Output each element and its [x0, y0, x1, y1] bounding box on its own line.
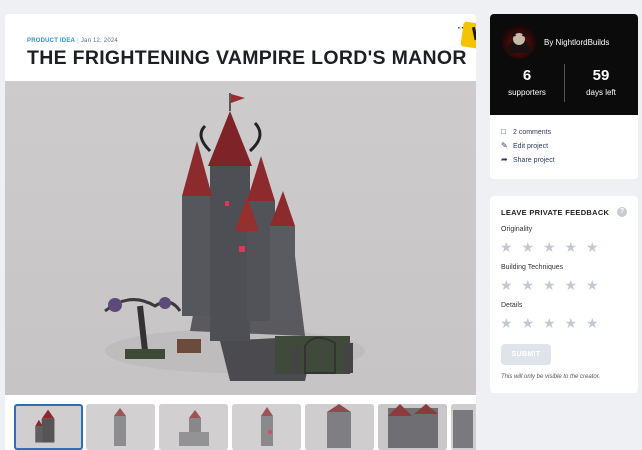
thumbnail-3[interactable] — [159, 404, 228, 450]
thumbnail-1[interactable] — [14, 404, 83, 450]
creator-panel: By NightlordBuilds 6 supporters 59 days … — [490, 14, 638, 115]
star-icon[interactable]: ★ — [522, 316, 536, 330]
star-icon[interactable]: ★ — [565, 278, 579, 292]
vampire-avatar-icon — [506, 31, 532, 53]
star-icon[interactable]: ★ — [565, 240, 579, 254]
thumbnail-2[interactable] — [86, 404, 155, 450]
share-project-link[interactable]: ➦ Share project — [501, 155, 555, 164]
days-left-stat: 59 days left — [564, 67, 638, 97]
days-left-label: days left — [586, 88, 616, 97]
star-icon[interactable]: ★ — [586, 278, 600, 292]
feedback-card: LEAVE PRIVATE FEEDBACK ? Originality ★ ★ ★… — [490, 196, 638, 393]
star-icon[interactable]: ★ — [586, 240, 600, 254]
thumbnail-image — [305, 404, 374, 450]
comments-link[interactable]: □ 2 comments — [501, 127, 551, 136]
criterion-building-techniques-label: Building Techniques — [501, 264, 564, 271]
thumbnail-strip — [14, 404, 476, 450]
thumbnail-4[interactable] — [232, 404, 301, 450]
days-left-count: 59 — [592, 67, 610, 84]
thumbnail-6[interactable] — [378, 404, 447, 450]
help-icon[interactable]: ? — [617, 207, 627, 217]
feedback-visibility-note: This will only be visible to the creator… — [501, 374, 601, 380]
star-icon[interactable]: ★ — [543, 278, 557, 292]
thumbnail-image — [86, 404, 155, 450]
comments-label: 2 comments — [513, 129, 552, 136]
main-image[interactable] — [5, 81, 476, 395]
building-techniques-star-rating: ★ ★ ★ ★ ★ — [500, 277, 608, 292]
thumbnail-image — [159, 404, 228, 450]
castle-model-image — [104, 93, 365, 381]
supporters-stat: 6 supporters — [490, 67, 564, 97]
thumbnail-5[interactable] — [305, 404, 374, 450]
edit-project-link[interactable]: ✎ Edit project — [501, 141, 548, 150]
project-date: Jan 12, 2024 — [80, 38, 118, 44]
star-icon[interactable]: ★ — [586, 316, 600, 330]
star-icon[interactable]: ★ — [500, 278, 514, 292]
star-icon[interactable]: ★ — [543, 240, 557, 254]
creator-name[interactable]: By NightlordBuilds — [544, 38, 609, 47]
thumbnail-7[interactable] — [451, 404, 476, 450]
edit-icon: ✎ — [501, 141, 508, 150]
badge-mark-icon — [471, 26, 476, 41]
star-icon[interactable]: ★ — [565, 316, 579, 330]
star-icon[interactable]: ★ — [543, 316, 557, 330]
criterion-details-label: Details — [501, 302, 523, 309]
originality-star-rating: ★ ★ ★ ★ ★ — [500, 239, 608, 254]
thumbnail-image — [17, 406, 80, 448]
submit-feedback-button[interactable]: SUBMIT — [501, 344, 551, 365]
share-icon: ➦ — [501, 155, 508, 164]
thumbnail-image — [232, 404, 301, 450]
project-card: PRODUCT IDEA | Jan 12, 2024 THE FRIGHTENIN… — [5, 14, 476, 450]
creator-avatar[interactable] — [502, 25, 536, 59]
thumbnail-image — [451, 404, 476, 450]
thumbnail-image — [378, 404, 447, 450]
star-icon[interactable]: ★ — [522, 240, 536, 254]
project-meta: PRODUCT IDEA | Jan 12, 2024 — [27, 38, 118, 44]
project-title: THE FRIGHTENING VAMPIRE LORD'S MANOR — [27, 47, 467, 69]
creator-card: By NightlordBuilds 6 supporters 59 days … — [490, 14, 638, 179]
edit-project-label: Edit project — [513, 143, 549, 150]
idea-badge — [460, 21, 476, 50]
project-category[interactable]: PRODUCT IDEA — [27, 38, 75, 44]
comment-icon: □ — [501, 127, 506, 136]
supporters-count: 6 — [522, 67, 532, 84]
supporters-label: supporters — [508, 88, 546, 97]
criterion-originality-label: Originality — [501, 226, 533, 233]
star-icon[interactable]: ★ — [500, 240, 514, 254]
details-star-rating: ★ ★ ★ ★ ★ — [500, 315, 608, 330]
star-icon[interactable]: ★ — [522, 278, 536, 292]
share-project-label: Share project — [513, 157, 555, 164]
feedback-title: LEAVE PRIVATE FEEDBACK — [501, 208, 610, 217]
star-icon[interactable]: ★ — [500, 316, 514, 330]
